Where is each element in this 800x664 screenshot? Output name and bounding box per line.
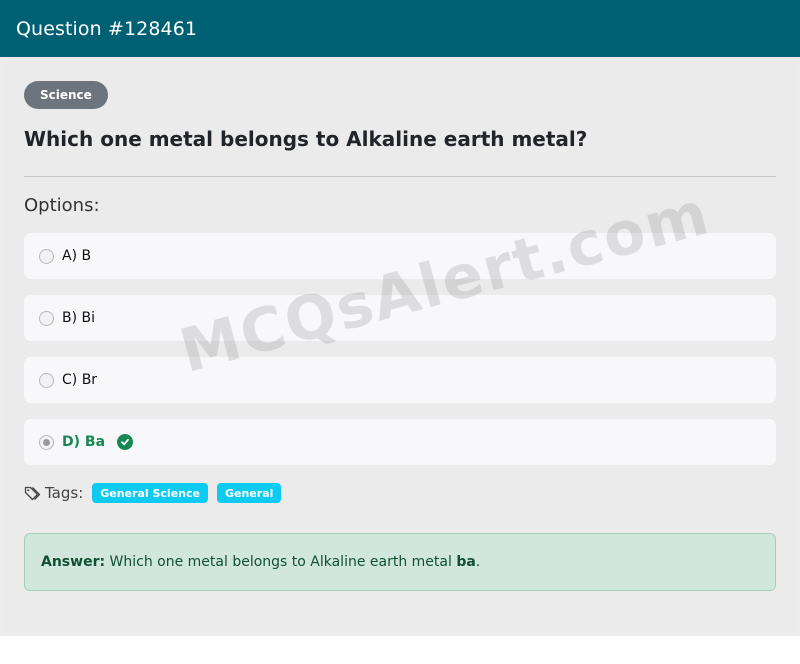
answer-alert: Answer: Which one metal belongs to Alkal… <box>24 533 776 591</box>
tags-row: Tags: General Science General <box>24 483 282 503</box>
answer-prefix: Answer: <box>41 554 106 570</box>
answer-suffix: . <box>475 554 481 570</box>
tags-icon <box>24 485 41 502</box>
options-heading: Options: <box>24 195 100 216</box>
answer-body: Which one metal belongs to Alkaline eart… <box>105 554 457 570</box>
radio-button-selected[interactable] <box>39 434 54 450</box>
card-body: Science Which one metal belongs to Alkal… <box>6 57 798 632</box>
answer-value: ba <box>456 554 476 570</box>
tag-general-science[interactable]: General Science <box>92 483 208 503</box>
radio-button[interactable] <box>39 248 54 264</box>
option-d[interactable]: D) Ba <box>24 419 776 465</box>
radio-button[interactable] <box>39 310 54 326</box>
tag-general[interactable]: General <box>216 483 282 503</box>
option-label: A) B <box>62 248 92 264</box>
option-c[interactable]: C) Br <box>24 357 776 403</box>
option-label: B) Bi <box>62 310 96 326</box>
question-number-title: Question #128461 <box>16 17 198 40</box>
question-card: Question #128461 Science Which one metal… <box>0 0 800 636</box>
tags-label: Tags: <box>45 484 84 502</box>
option-label: C) Br <box>62 372 98 388</box>
option-b[interactable]: B) Bi <box>24 295 776 341</box>
category-badge[interactable]: Science <box>24 81 108 109</box>
question-text: Which one metal belongs to Alkaline eart… <box>24 127 588 151</box>
divider <box>24 176 776 177</box>
answer-text: Answer: Which one metal belongs to Alkal… <box>41 554 480 570</box>
card-header: Question #128461 <box>0 0 800 57</box>
option-label: D) Ba <box>62 434 106 450</box>
option-a[interactable]: A) B <box>24 233 776 279</box>
radio-button[interactable] <box>39 372 54 388</box>
check-circle-icon <box>117 434 134 450</box>
